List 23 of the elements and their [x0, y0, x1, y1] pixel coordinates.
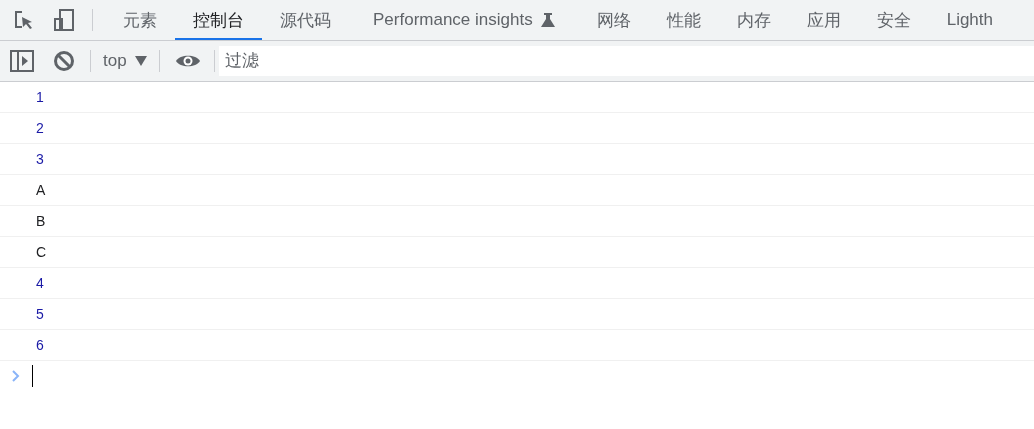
console-message: 4: [36, 275, 44, 291]
panel-tab[interactable]: 内存: [718, 0, 789, 40]
console-message: 1: [36, 89, 44, 105]
panel-tab[interactable]: 应用: [788, 0, 859, 40]
console-message: B: [36, 213, 46, 229]
dropdown-arrow-icon: [134, 56, 147, 66]
panel-tab[interactable]: 元素: [105, 0, 175, 40]
panel-tab[interactable]: Performance insights: [349, 0, 579, 40]
context-dropdown[interactable]: top: [97, 51, 153, 71]
console-message: A: [36, 182, 46, 198]
panel-tab[interactable]: 安全: [858, 0, 929, 40]
console-message: 6: [36, 337, 44, 353]
console-message: 3: [36, 151, 44, 167]
console-message: 5: [36, 306, 44, 322]
panel-tab[interactable]: 性能: [648, 0, 719, 40]
console-message: C: [36, 244, 47, 260]
panel-tab[interactable]: Lighth: [928, 0, 1011, 40]
prompt-chevron-icon: [12, 370, 20, 382]
console-message: 2: [36, 120, 44, 136]
filter-field[interactable]: 过滤: [218, 46, 1034, 76]
text-cursor: [32, 365, 33, 387]
panel-tab[interactable]: 源代码: [262, 0, 349, 40]
panel-tab[interactable]: 网络: [578, 0, 649, 40]
